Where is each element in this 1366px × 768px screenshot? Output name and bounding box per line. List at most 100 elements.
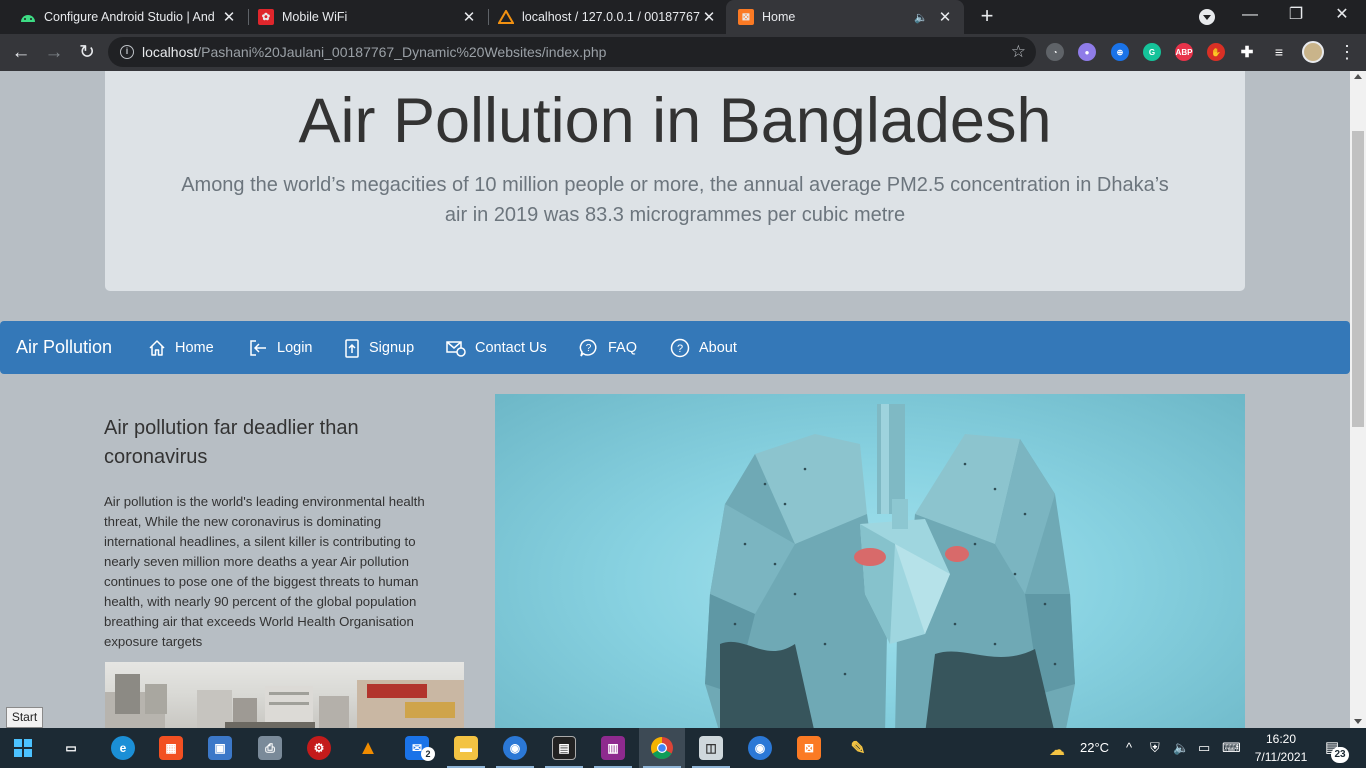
nav-login[interactable]: Login <box>248 338 312 358</box>
site-navbar: Air Pollution Home Login Signup Contact … <box>0 321 1350 374</box>
scroll-thumb[interactable] <box>1352 131 1364 427</box>
browser-menu-icon[interactable]: ⋮ <box>1338 41 1356 63</box>
close-tab-icon[interactable]: ✕ <box>936 8 954 26</box>
nav-contact-us[interactable]: Contact Us <box>446 338 547 358</box>
app-circle-icon: ◉ <box>503 736 527 760</box>
start-tooltip: Start <box>6 707 43 728</box>
printer-icon: ⎙ <box>258 736 282 760</box>
nav-faq[interactable]: ? FAQ <box>578 338 637 358</box>
maximize-button[interactable]: ❐ <box>1281 4 1311 26</box>
huawei-icon: ✿ <box>258 9 274 25</box>
scroll-down-arrow-icon[interactable] <box>1354 719 1362 724</box>
audio-playing-icon[interactable]: 🔈 <box>914 11 928 24</box>
taskbar-computer[interactable]: ▣ <box>197 728 243 768</box>
page-title: Air Pollution in Bangladesh <box>298 86 1052 156</box>
minimize-button[interactable]: — <box>1235 4 1265 26</box>
tab-search-icon[interactable] <box>1199 9 1215 25</box>
taskbar-screenshot-app[interactable]: ▤ <box>541 728 587 768</box>
hero-jumbotron: Air Pollution in Bangladesh Among the wo… <box>105 71 1245 291</box>
browser-tab-strip: Configure Android Studio | And ✕ ✿ Mobil… <box>0 0 1366 34</box>
contact-icon <box>446 341 466 357</box>
close-window-button[interactable]: ✕ <box>1327 4 1357 26</box>
taskbar-chrome[interactable] <box>639 728 685 768</box>
article-title: Air pollution far deadlier than coronavi… <box>104 417 359 468</box>
svg-text:?: ? <box>586 343 592 354</box>
close-tab-icon[interactable]: ✕ <box>460 8 478 26</box>
taskbar-paint[interactable]: ✎ <box>835 728 881 768</box>
taskbar-xampp[interactable]: ⊠ <box>786 728 832 768</box>
network-icon[interactable]: ▭ <box>1198 740 1210 756</box>
profile-avatar[interactable] <box>1302 41 1324 63</box>
page-viewport: Air Pollution in Bangladesh Among the wo… <box>0 71 1350 728</box>
grammarly-icon[interactable]: G <box>1143 43 1161 61</box>
task-view-button[interactable]: ▭ <box>48 728 94 768</box>
taskbar-app-blue2[interactable]: ◉ <box>737 728 783 768</box>
tab-mobile-wifi[interactable]: ✿ Mobile WiFi ✕ <box>238 0 488 34</box>
tab-phpmyadmin[interactable]: localhost / 127.0.0.1 / 00187767 ✕ <box>478 0 728 34</box>
taskbar-mail[interactable]: ✉ 2 <box>394 728 440 768</box>
security-shield-icon[interactable]: ⛨ <box>1150 740 1160 756</box>
browser-toolbar: ← → ↻ i localhost/Pashani%20Jaulani_0018… <box>0 34 1366 71</box>
taskbar-file-explorer[interactable]: ▬ <box>443 728 489 768</box>
tab-android-studio[interactable]: Configure Android Studio | And ✕ <box>0 0 248 34</box>
address-bar[interactable]: i localhost/Pashani%20Jaulani_00187767_D… <box>108 37 1036 67</box>
nav-home[interactable]: Home <box>148 338 214 358</box>
about-icon: ? <box>670 338 690 358</box>
edge-icon: e <box>111 736 135 760</box>
dhaka-street-photo <box>105 662 464 728</box>
windows-taskbar: ▭ e ▦ ▣ ⎙ ⚙ ▲ ✉ 2 ▬ ◉ ▤ ▥ ◫ ◉ ⊠ ✎ ☁ ^ ⛨ 🔈… <box>0 728 1366 768</box>
extensions-puzzle-icon[interactable]: ✚ <box>1238 43 1256 61</box>
taskbar-app-blue[interactable]: ◉ <box>492 728 538 768</box>
store-icon: ▦ <box>159 736 183 760</box>
close-tab-icon[interactable]: ✕ <box>220 8 238 26</box>
new-tab-button[interactable]: + <box>976 5 998 27</box>
window-icon: ◫ <box>699 736 723 760</box>
taskbar-edge[interactable]: e <box>100 728 146 768</box>
paint-palette-icon: ✎ <box>850 737 866 758</box>
extension-icon[interactable]: ⊕ <box>1111 43 1129 61</box>
taskbar-vlc[interactable]: ▲ <box>345 728 391 768</box>
navbar-brand[interactable]: Air Pollution <box>16 337 112 358</box>
app-circle-icon: ◉ <box>748 736 772 760</box>
taskbar-store[interactable]: ▦ <box>148 728 194 768</box>
weather-cloud-icon[interactable]: ☁ <box>1049 740 1065 760</box>
nav-signup[interactable]: Signup <box>344 338 414 358</box>
weather-temperature[interactable]: 22°C <box>1080 740 1109 755</box>
taskbar-winrar[interactable]: ▥ <box>590 728 636 768</box>
tab-home[interactable]: ⊠ Home 🔈 ✕ <box>726 0 964 34</box>
forward-button[interactable]: → <box>43 42 65 64</box>
show-hidden-icons-chevron-icon[interactable]: ^ <box>1126 740 1132 755</box>
extension-icon[interactable]: ● <box>1078 43 1096 61</box>
volume-icon[interactable]: 🔈 <box>1173 740 1189 756</box>
android-icon <box>20 9 36 25</box>
adblock-icon[interactable]: ABP <box>1175 43 1193 61</box>
login-icon <box>250 340 266 356</box>
stop-hand-icon[interactable]: ✋ <box>1207 43 1225 61</box>
chrome-icon <box>651 737 673 759</box>
phpmyadmin-icon <box>498 9 514 25</box>
nav-about[interactable]: ? About <box>670 338 737 358</box>
start-button[interactable] <box>0 728 46 768</box>
back-button[interactable]: ← <box>10 42 32 64</box>
page-scrollbar[interactable] <box>1350 71 1366 728</box>
media-control-icon[interactable]: ≡ <box>1270 43 1288 61</box>
page-lead: Among the world’s megacities of 10 milli… <box>181 174 1169 226</box>
reload-button[interactable]: ↻ <box>76 42 98 64</box>
extension-icon[interactable]: ◔ <box>1046 43 1064 61</box>
taskbar-app-red[interactable]: ⚙ <box>296 728 342 768</box>
scroll-up-arrow-icon[interactable] <box>1354 74 1362 79</box>
clock-date[interactable]: 7/11/2021 <box>1250 750 1312 764</box>
taskbar-app-window[interactable]: ◫ <box>688 728 734 768</box>
svg-text:?: ? <box>677 343 683 355</box>
taskbar-printer[interactable]: ⎙ <box>247 728 293 768</box>
lungs-illustration <box>495 394 1245 728</box>
vlc-cone-icon: ▲ <box>358 736 378 759</box>
site-info-icon[interactable]: i <box>120 45 134 59</box>
clock-time[interactable]: 16:20 <box>1255 732 1307 746</box>
bookmark-star-icon[interactable]: ☆ <box>1011 42 1026 62</box>
close-tab-icon[interactable]: ✕ <box>700 8 718 26</box>
keyboard-icon[interactable]: ⌨ <box>1222 740 1241 756</box>
xampp-icon: ⊠ <box>797 736 821 760</box>
mail-badge: 2 <box>421 747 435 761</box>
task-view-icon: ▭ <box>65 741 77 755</box>
